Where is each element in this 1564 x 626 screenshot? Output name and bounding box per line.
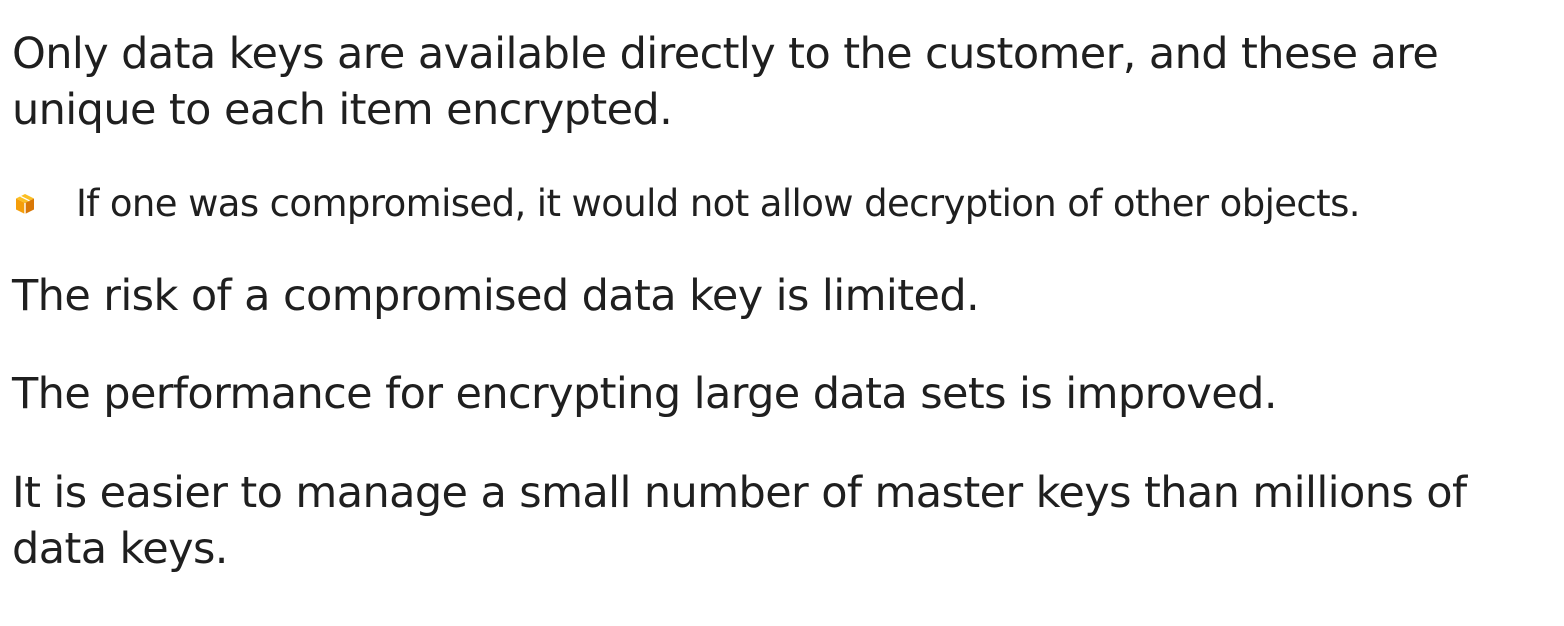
paragraph-performance: The performance for encrypting large dat… [12,369,1277,419]
slide: Only data keys are available directly to… [0,0,1564,626]
paragraph-line: data keys. [12,524,228,574]
paragraph-master-keys: It is easier to manage a small number of… [12,465,1467,577]
paragraph-line: It is easier to manage a small number of… [12,468,1467,518]
paragraph-line: Only data keys are available directly to… [12,29,1439,79]
bullet-item: If one was compromised, it would not all… [14,180,1361,228]
amazon-box-icon [14,193,36,215]
paragraph-risk-limited: The risk of a compromised data key is li… [12,271,980,321]
paragraph-data-keys: Only data keys are available directly to… [12,26,1439,138]
bullet-text: If one was compromised, it would not all… [76,182,1361,225]
paragraph-line: unique to each item encrypted. [12,85,673,135]
